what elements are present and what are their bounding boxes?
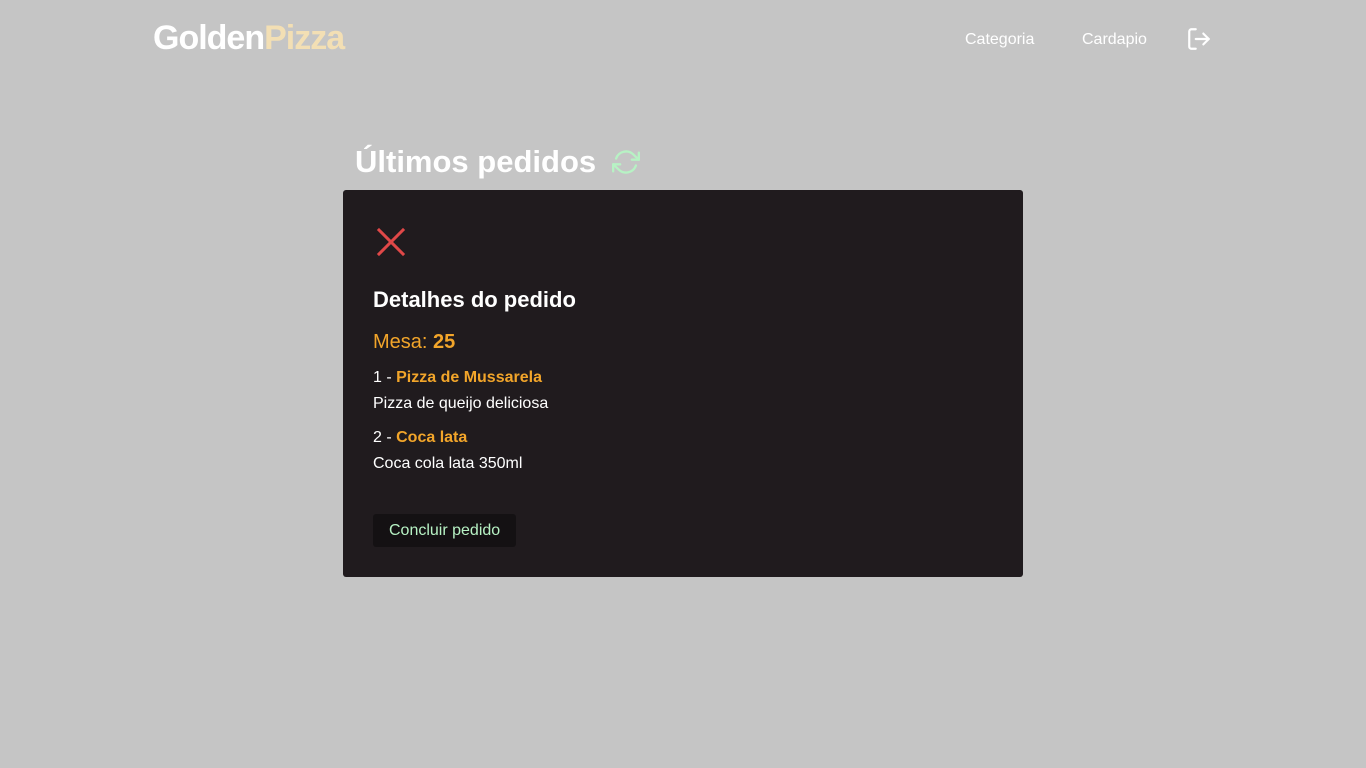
- order-item: 1 - Pizza de Mussarela Pizza de queijo d…: [373, 368, 548, 414]
- item-description: Pizza de queijo deliciosa: [373, 395, 549, 412]
- table-number: 25: [433, 331, 456, 353]
- page-title: Últimos pedidos: [355, 144, 597, 179]
- modal-title: Detalhes do pedido: [373, 287, 576, 312]
- logout-button[interactable]: [1186, 26, 1212, 52]
- item-separator: -: [381, 429, 397, 446]
- item-name: Coca lata: [396, 429, 468, 446]
- item-amount: 2: [373, 429, 382, 446]
- item-amount: 1: [373, 369, 382, 386]
- refresh-icon: [612, 150, 641, 174]
- refresh-button[interactable]: [612, 148, 641, 176]
- order-item-header: 1 - Pizza de Mussarela: [373, 368, 548, 388]
- page-title-row: Últimos pedidos: [355, 142, 641, 182]
- logo-pizza: Pizza: [264, 19, 345, 57]
- order-details-modal: Detalhes do pedido Mesa: 25 1 - Pizza de…: [343, 190, 1023, 577]
- item-description: Coca cola lata 350ml: [373, 455, 523, 472]
- close-icon: [376, 227, 406, 257]
- logout-icon: [1188, 28, 1210, 50]
- logo[interactable]: GoldenPizza: [153, 18, 345, 58]
- table-info: Mesa: 25: [373, 330, 455, 354]
- nav-link-cardapio[interactable]: Cardapio: [1082, 30, 1147, 50]
- app-header: GoldenPizza Categoria Cardapio: [0, 0, 1366, 80]
- item-name: Pizza de Mussarela: [396, 369, 542, 386]
- logo-golden: Golden: [153, 19, 265, 57]
- order-item: 2 - Coca lata Coca cola lata 350ml: [373, 428, 522, 474]
- item-separator: -: [381, 369, 397, 386]
- table-label: Mesa:: [373, 331, 434, 353]
- order-item-header: 2 - Coca lata: [373, 428, 522, 448]
- nav-link-categoria[interactable]: Categoria: [965, 30, 1034, 50]
- close-modal-button[interactable]: [373, 224, 409, 260]
- conclude-order-button[interactable]: Concluir pedido: [373, 514, 517, 547]
